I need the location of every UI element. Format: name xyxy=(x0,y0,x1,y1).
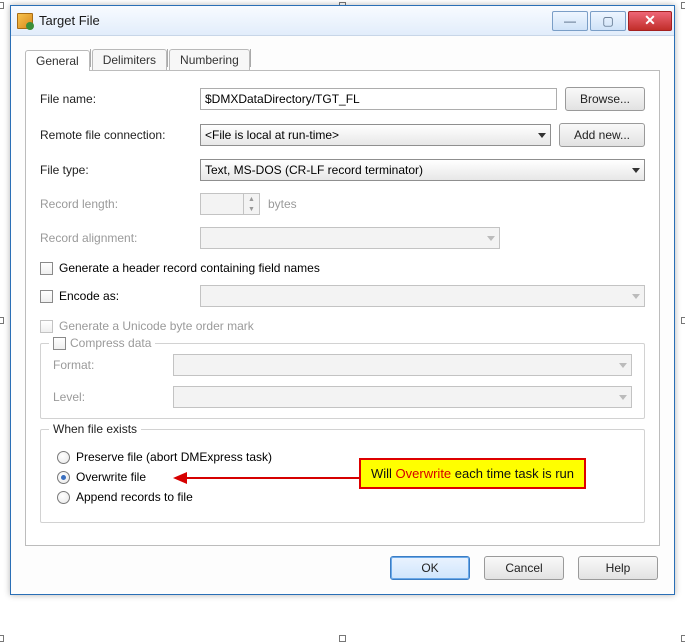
generate-header-checkbox[interactable] xyxy=(40,262,53,275)
annotation-arrow-icon xyxy=(171,468,361,488)
file-name-input[interactable] xyxy=(200,88,557,110)
radio-preserve-file[interactable] xyxy=(57,451,70,464)
compress-level-label: Level: xyxy=(53,390,173,404)
chevron-down-icon xyxy=(619,363,627,368)
file-name-label: File name: xyxy=(40,92,200,106)
file-type-label: File type: xyxy=(40,163,200,177)
encode-as-dropdown xyxy=(200,285,645,307)
radio-preserve-file-label: Preserve file (abort DMExpress task) xyxy=(76,450,272,464)
record-length-unit: bytes xyxy=(268,197,297,211)
minimize-button[interactable]: — xyxy=(552,11,588,31)
browse-button[interactable]: Browse... xyxy=(565,87,645,111)
chevron-down-icon xyxy=(619,395,627,400)
chevron-down-icon xyxy=(632,294,640,299)
close-button[interactable]: ✕ xyxy=(628,11,672,31)
titlebar[interactable]: Target File — ▢ ✕ xyxy=(11,6,674,36)
chevron-down-icon xyxy=(538,133,546,138)
record-length-spinner: ▲ ▼ xyxy=(200,193,260,215)
compress-data-group: Compress data Format: Level: xyxy=(40,343,645,419)
chevron-down-icon xyxy=(632,168,640,173)
cancel-button[interactable]: Cancel xyxy=(484,556,564,580)
spin-down-icon: ▼ xyxy=(244,204,259,214)
tab-delimiters[interactable]: Delimiters xyxy=(92,49,167,70)
tab-bar: General Delimiters Numbering xyxy=(25,46,660,70)
when-file-exists-group: When file exists Preserve file (abort DM… xyxy=(40,429,645,523)
help-button[interactable]: Help xyxy=(578,556,658,580)
add-new-button[interactable]: Add new... xyxy=(559,123,645,147)
compress-data-checkbox[interactable] xyxy=(53,337,66,350)
record-alignment-label: Record alignment: xyxy=(40,231,200,245)
generate-bom-label: Generate a Unicode byte order mark xyxy=(59,319,254,333)
radio-overwrite-file-label: Overwrite file xyxy=(76,470,146,484)
radio-overwrite-file[interactable] xyxy=(57,471,70,484)
tab-general[interactable]: General xyxy=(25,50,90,71)
maximize-button[interactable]: ▢ xyxy=(590,11,626,31)
window-title: Target File xyxy=(39,13,100,28)
compress-format-dropdown xyxy=(173,354,632,376)
tab-page-general: File name: Browse... Remote file connect… xyxy=(25,70,660,546)
tab-numbering[interactable]: Numbering xyxy=(169,49,250,70)
record-length-label: Record length: xyxy=(40,197,200,211)
when-file-exists-label: When file exists xyxy=(53,422,137,436)
file-type-dropdown[interactable]: Text, MS-DOS (CR-LF record terminator) xyxy=(200,159,645,181)
encode-as-checkbox[interactable] xyxy=(40,290,53,303)
record-alignment-dropdown xyxy=(200,227,500,249)
generate-header-label: Generate a header record containing fiel… xyxy=(59,261,320,275)
compress-format-label: Format: xyxy=(53,358,173,372)
compress-data-label: Compress data xyxy=(70,336,151,350)
remote-connection-value: <File is local at run-time> xyxy=(205,128,339,142)
chevron-down-icon xyxy=(487,236,495,241)
remote-connection-dropdown[interactable]: <File is local at run-time> xyxy=(200,124,551,146)
file-type-value: Text, MS-DOS (CR-LF record terminator) xyxy=(205,163,423,177)
compress-level-dropdown xyxy=(173,386,632,408)
radio-append-records-label: Append records to file xyxy=(76,490,193,504)
spin-up-icon: ▲ xyxy=(244,194,259,204)
generate-bom-checkbox xyxy=(40,320,53,333)
remote-connection-label: Remote file connection: xyxy=(40,128,200,142)
radio-append-records[interactable] xyxy=(57,491,70,504)
encode-as-label: Encode as: xyxy=(59,289,119,303)
ok-button[interactable]: OK xyxy=(390,556,470,580)
annotation-callout: Will Overwrite each time task is run xyxy=(359,458,586,489)
app-icon xyxy=(17,13,33,29)
dialog-button-bar: OK Cancel Help xyxy=(25,546,660,582)
